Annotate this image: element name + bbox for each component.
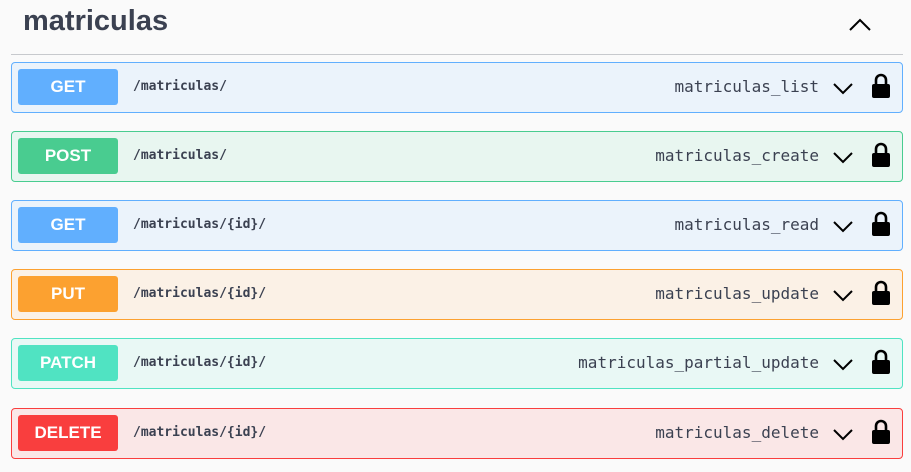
chevron-down-icon[interactable] xyxy=(831,147,855,167)
method-badge: PATCH xyxy=(18,345,118,381)
chevron-down-icon[interactable] xyxy=(831,285,855,305)
operation-id: matriculas_read xyxy=(674,215,820,234)
lock-icon[interactable] xyxy=(871,142,891,168)
operation-patch-matriculas-partial-update[interactable]: PATCH /matriculas/{id}/ matriculas_parti… xyxy=(11,338,903,389)
operation-id: matriculas_list xyxy=(674,77,820,96)
chevron-down-icon[interactable] xyxy=(831,424,855,444)
lock-icon[interactable] xyxy=(871,349,891,375)
operation-path: /matriculas/{id}/ xyxy=(133,425,267,440)
chevron-up-icon[interactable] xyxy=(845,12,875,38)
operation-get-matriculas-list[interactable]: GET /matriculas/ matriculas_list xyxy=(11,62,903,113)
method-badge: GET xyxy=(18,69,118,105)
operation-id: matriculas_partial_update xyxy=(578,353,819,372)
operation-path: /matriculas/ xyxy=(133,148,227,163)
operation-delete-matriculas-delete[interactable]: DELETE /matriculas/{id}/ matriculas_dele… xyxy=(11,408,903,459)
section-title: matriculas xyxy=(23,5,169,37)
method-badge: GET xyxy=(18,207,118,243)
operation-id: matriculas_delete xyxy=(655,423,819,442)
chevron-down-icon[interactable] xyxy=(831,354,855,374)
chevron-down-icon[interactable] xyxy=(831,78,855,98)
lock-icon[interactable] xyxy=(871,280,891,306)
operation-id: matriculas_create xyxy=(655,146,819,165)
operation-id: matriculas_update xyxy=(655,284,819,303)
operation-put-matriculas-update[interactable]: PUT /matriculas/{id}/ matriculas_update xyxy=(11,269,903,320)
method-badge: PUT xyxy=(18,276,118,312)
operation-path: /matriculas/ xyxy=(133,79,227,94)
section-header[interactable]: matriculas xyxy=(11,0,903,55)
lock-icon[interactable] xyxy=(871,211,891,237)
lock-icon[interactable] xyxy=(871,419,891,445)
method-badge: DELETE xyxy=(18,415,118,451)
operation-path: /matriculas/{id}/ xyxy=(133,286,267,301)
chevron-down-icon[interactable] xyxy=(831,216,855,236)
method-badge: POST xyxy=(18,138,118,174)
operation-get-matriculas-read[interactable]: GET /matriculas/{id}/ matriculas_read xyxy=(11,200,903,251)
operation-post-matriculas-create[interactable]: POST /matriculas/ matriculas_create xyxy=(11,131,903,182)
lock-icon[interactable] xyxy=(871,73,891,99)
operation-path: /matriculas/{id}/ xyxy=(133,217,267,232)
operation-path: /matriculas/{id}/ xyxy=(133,355,267,370)
